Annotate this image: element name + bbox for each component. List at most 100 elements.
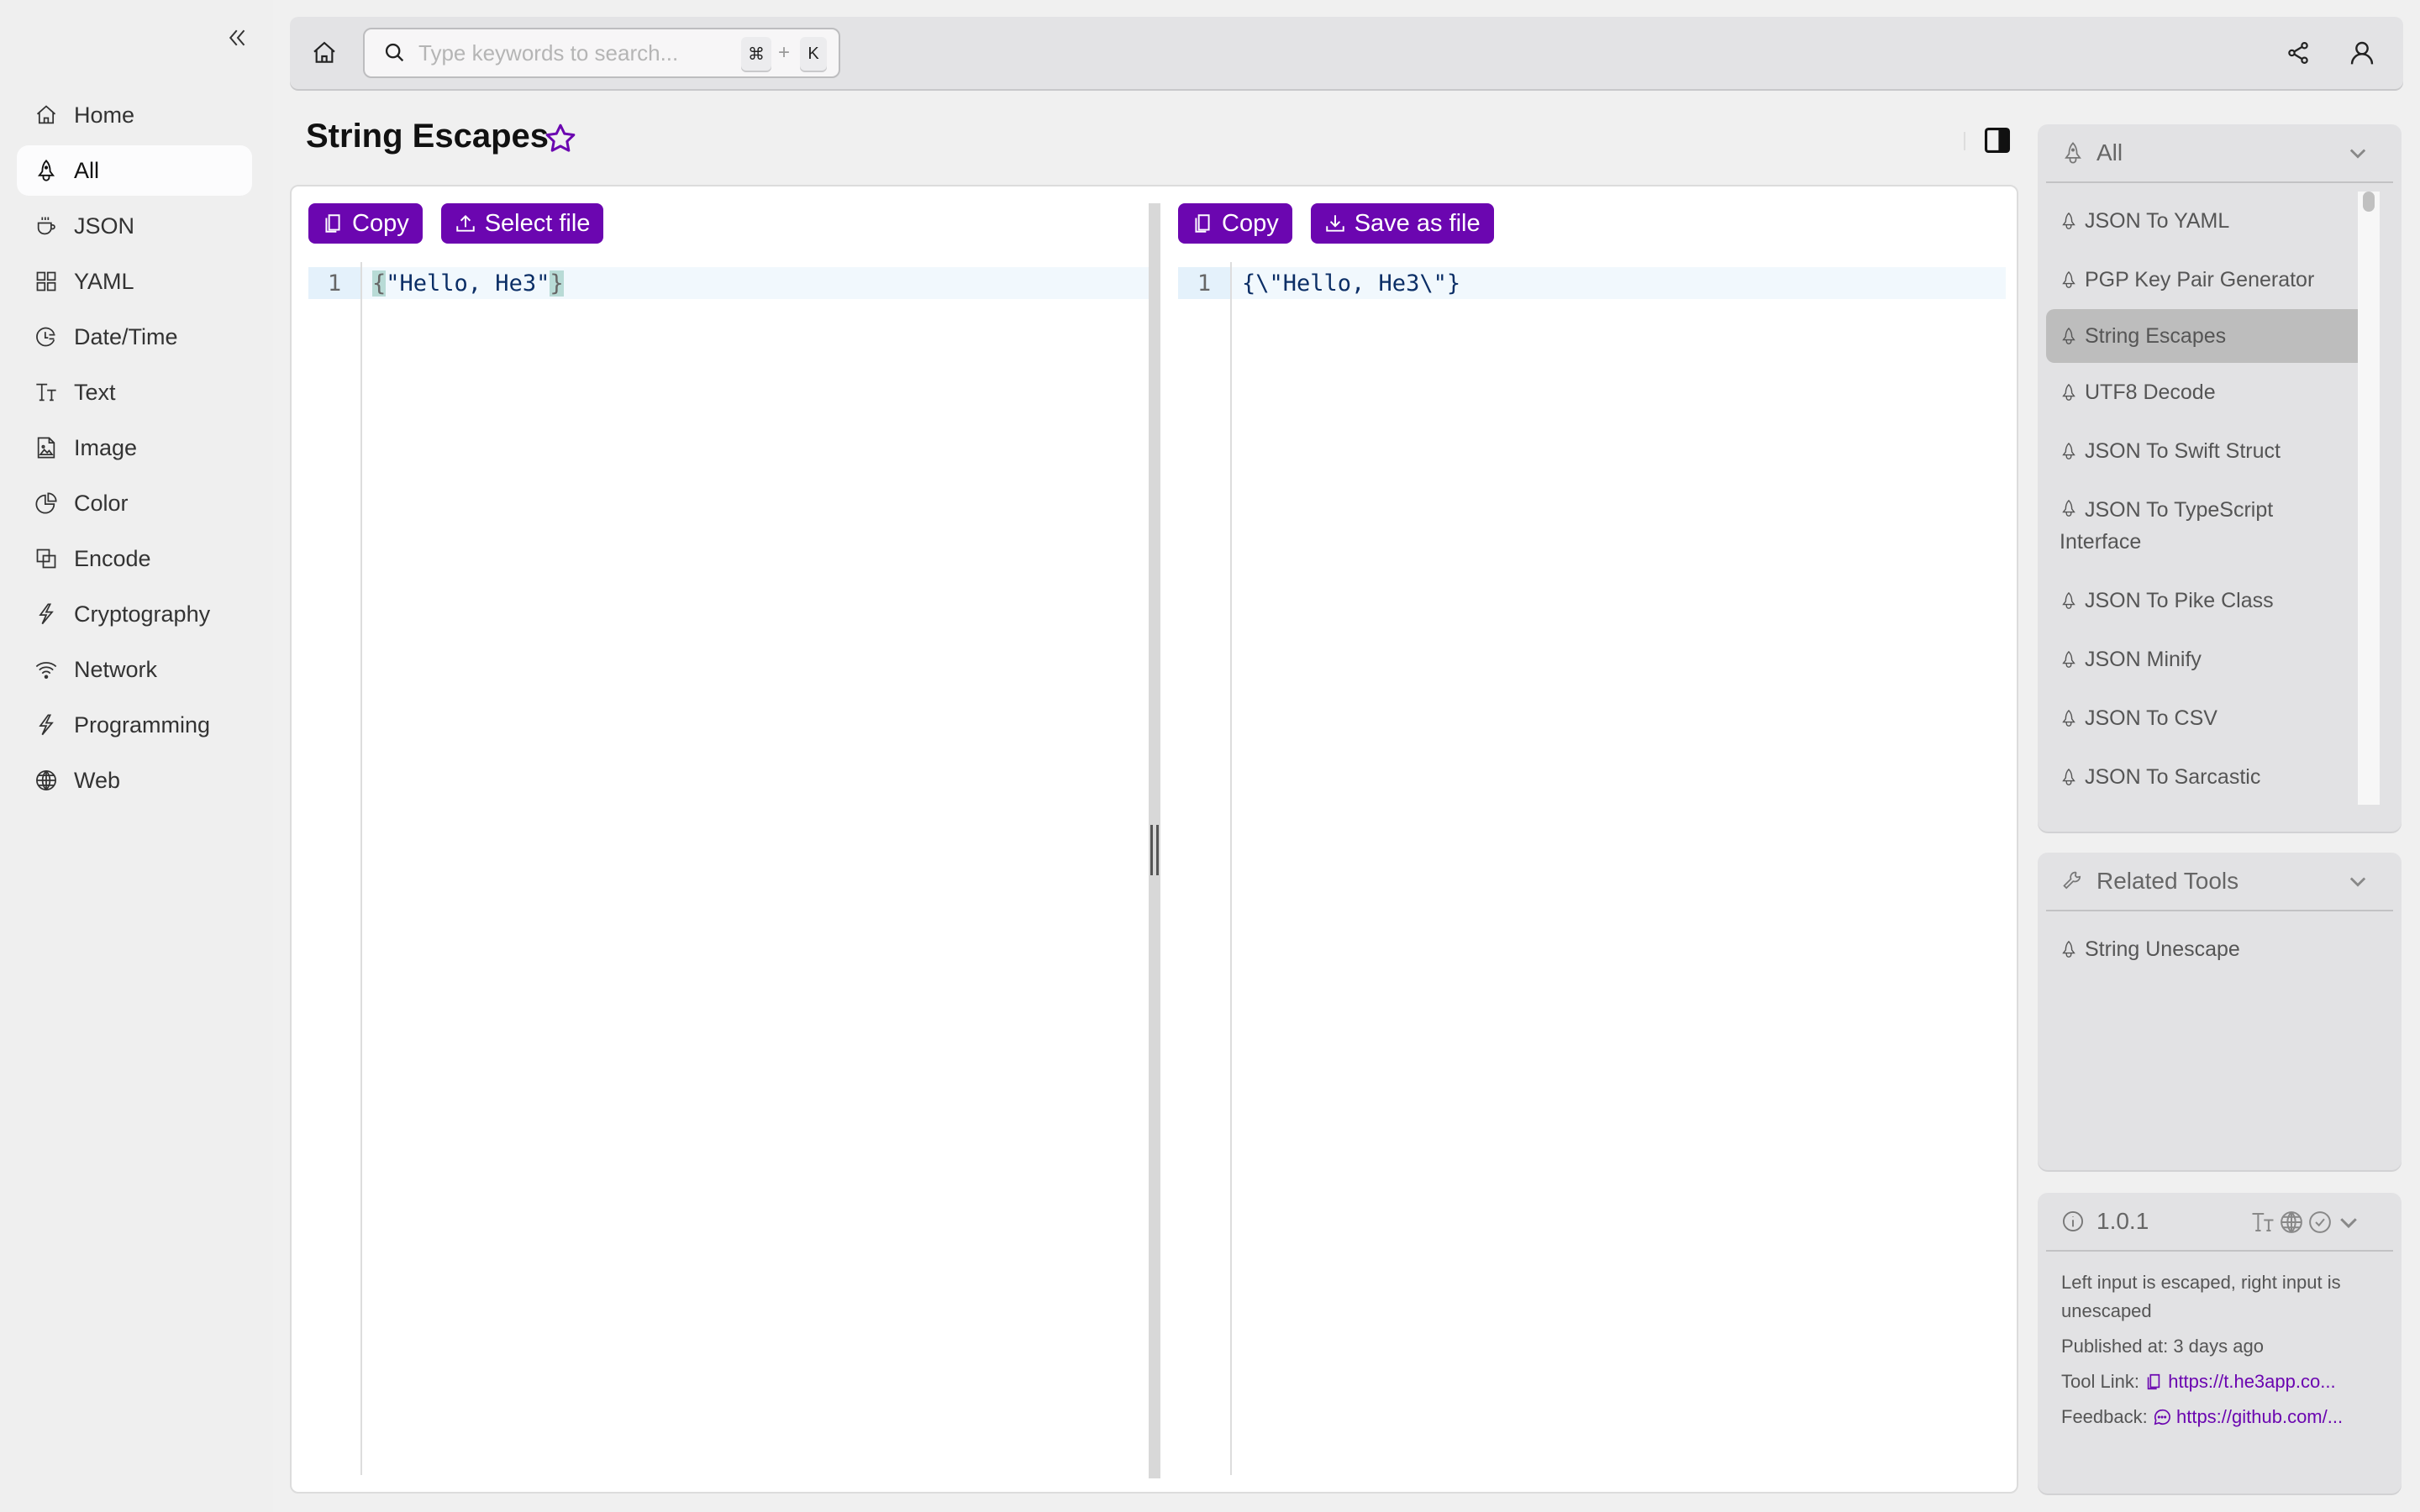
tool-item[interactable]: JSON To Sarcastic [2046,748,2374,806]
copy-icon [325,214,340,233]
right-toolbar: Copy Save as file [1178,203,1494,244]
all-tools-header[interactable]: All [2046,124,2393,183]
right-code-text[interactable]: {\"Hello, He3\"} [1230,270,1460,297]
all-tools-panel: All JSON To YAML PGP Key Pair Generator … [2038,124,2402,832]
overlap-squares-icon [34,546,59,571]
version-label: 1.0.1 [2096,1208,2149,1234]
tool-link[interactable]: https://t.he3app.co... [2168,1371,2335,1392]
sidebar-item-label: Programming [74,711,211,738]
related-tool-item[interactable]: String Unescape [2046,920,2382,979]
related-tools-header[interactable]: Related Tools [2046,853,2393,911]
related-tools-title: Related Tools [2096,868,2239,894]
sidebar-item-all[interactable]: All [17,145,252,196]
shortcut-key-k: K [800,37,827,71]
collapse-sidebar-button[interactable] [224,24,252,52]
tool-item[interactable]: JSON Minify [2046,630,2374,689]
left-copy-button[interactable]: Copy [308,203,423,244]
related-tool-list: String Unescape [2046,920,2382,979]
gutter-border [1230,262,1232,1475]
sidebar-item-label: Cryptography [74,601,211,627]
tool-item[interactable]: JSON To Pike Class [2046,571,2374,630]
globe-icon[interactable] [2279,1210,2304,1235]
copy-icon[interactable] [2144,1373,2163,1391]
search-icon [385,43,404,62]
left-editor-pane: Copy Select file 1 {"Hello, He3"} [308,186,1149,1492]
tool-item-label: JSON Minify [2085,648,2202,671]
sidebar-item-yaml[interactable]: YAML [17,256,252,307]
save-as-file-button[interactable]: Save as file [1310,203,1494,244]
tool-list-scrollbar[interactable] [2358,192,2380,805]
right-editor-pane: Copy Save as file 1 {\"Hello, He3\"} [1178,186,2006,1492]
sidebar-item-json[interactable]: JSON [17,201,252,251]
clock-icon [34,324,59,349]
tool-item-label: JSON To TypeScript Interface [2060,498,2274,554]
favorite-button[interactable] [544,122,577,155]
pane-splitter[interactable] [1149,203,1160,1478]
home-icon [313,41,335,63]
sidebar-item-label: Date/Time [74,323,178,349]
tool-item[interactable]: UTF16 Decode [2046,806,2374,813]
top-bar: ⌘ + K [290,17,2403,89]
tool-item-active[interactable]: String Escapes [2046,309,2374,363]
line-number: 1 [308,267,360,299]
shortcut-plus: + [778,41,791,64]
sidebar-item-label: Image [74,434,138,460]
chevron-down-icon[interactable] [2336,1210,2361,1235]
double-chevron-left-icon [229,29,245,46]
left-code-text[interactable]: {"Hello, He3"} [360,270,564,297]
sidebar-item-cryptography[interactable]: Cryptography [17,589,252,639]
right-code-line[interactable]: 1 {\"Hello, He3\"} [1178,267,2006,299]
tool-info-header[interactable]: 1.0.1 [2046,1193,2393,1252]
sidebar-item-label: All [74,157,100,183]
related-tools-panel: Related Tools String Unescape [2038,853,2402,1170]
tool-item[interactable]: JSON To Swift Struct [2046,422,2374,480]
user-icon [2350,41,2374,65]
shortcut-key-command: ⌘ [741,37,771,71]
chevron-down-icon[interactable] [2346,869,2370,893]
tool-item[interactable]: UTF8 Decode [2046,363,2374,422]
pie-chart-icon [34,491,59,516]
sidebar-item-text[interactable]: Text [17,367,252,417]
share-button[interactable] [2282,37,2314,69]
chevron-down-icon[interactable] [2346,141,2370,165]
sidebar-item-home[interactable]: Home [17,90,252,140]
rocket-icon [2062,327,2075,344]
coffee-cup-icon [34,213,59,239]
lightning-icon [34,601,59,627]
sidebar-item-color[interactable]: Color [17,478,252,528]
tool-item-label: String Escapes [2085,324,2227,348]
tool-item[interactable]: PGP Key Pair Generator [2046,250,2374,309]
right-copy-button[interactable]: Copy [1178,203,1292,244]
wrench-icon [2063,871,2081,890]
check-circle-icon[interactable] [2307,1210,2333,1235]
sidebar-item-label: JSON [74,213,135,239]
tool-item[interactable]: JSON To CSV [2046,689,2374,748]
related-tool-label: String Unescape [2085,937,2240,961]
gutter-border [360,262,362,1475]
home-button[interactable] [308,37,340,69]
feedback-link[interactable]: https://github.com/... [2176,1406,2343,1427]
code-string: "Hello, He3" [386,270,550,297]
user-button[interactable] [2346,37,2378,69]
select-file-button[interactable]: Select file [440,203,604,244]
tool-item-label: JSON To YAML [2085,209,2230,233]
tool-item[interactable]: JSON To YAML [2046,192,2374,250]
sidebar-item-label: Web [74,767,121,793]
sidebar-item-web[interactable]: Web [17,755,252,806]
tool-item[interactable]: JSON To TypeScript Interface [2046,480,2374,571]
left-code-line[interactable]: 1 {"Hello, He3"} [308,267,1149,299]
sidebar-item-encode[interactable]: Encode [17,533,252,584]
rocket-icon [2062,709,2075,727]
feedback-row: Feedback: https://github.com/... [2061,1403,2378,1431]
tool-info-panel: 1.0.1 Left input is escaped, right input… [2038,1193,2402,1494]
rocket-icon [2062,650,2075,668]
sidebar-item-network[interactable]: Network [17,644,252,695]
sidebar-item-programming[interactable]: Programming [17,700,252,750]
search-input[interactable] [418,39,729,66]
toggle-right-panel-button[interactable] [1983,126,2012,155]
sidebar-item-datetime[interactable]: Date/Time [17,312,252,362]
text-size-icon[interactable] [2250,1210,2275,1235]
scrollbar-thumb[interactable] [2363,192,2375,212]
sidebar-item-image[interactable]: Image [17,423,252,473]
search-box[interactable]: ⌘ + K [363,28,840,78]
